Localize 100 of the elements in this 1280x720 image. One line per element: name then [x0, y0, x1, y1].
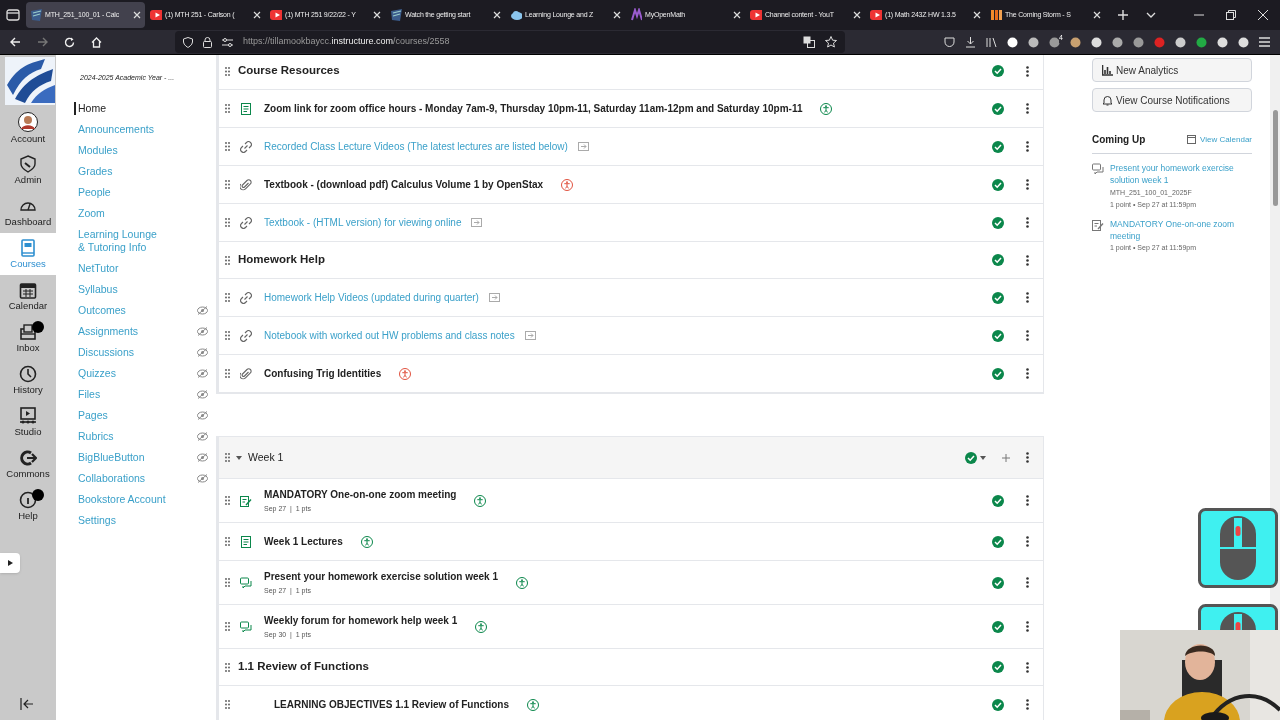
- external-tray-icon: [524, 331, 536, 340]
- close-icon: [853, 11, 861, 19]
- more-options-icon: [1026, 179, 1029, 190]
- nav-item[interactable]: Help: [0, 485, 56, 527]
- more-options-icon: [1026, 621, 1029, 632]
- nav-item[interactable]: History: [0, 359, 56, 401]
- more-options-icon: [1026, 292, 1029, 303]
- scrollbar-thumb[interactable]: [1273, 110, 1278, 206]
- favicon-icon: [270, 8, 282, 22]
- drag-handle-icon: [225, 142, 230, 151]
- reload-icon: [64, 36, 75, 48]
- drag-handle-icon: [225, 369, 230, 378]
- more-options-icon: [1026, 254, 1029, 266]
- drag-handle-icon: [225, 218, 230, 227]
- bell-icon: [1102, 94, 1113, 106]
- new-tab-icon: [1118, 10, 1128, 20]
- close-icon: [133, 11, 141, 19]
- nav-item[interactable]: Dashboard: [0, 191, 56, 233]
- close-icon: [733, 11, 741, 19]
- forward-icon: [37, 37, 48, 47]
- collapse-icon: [20, 698, 34, 710]
- nav-item[interactable]: Commons: [0, 443, 56, 485]
- drag-handle-icon: [225, 453, 230, 462]
- more-options-icon: [1026, 661, 1029, 673]
- drag-handle-icon: [225, 180, 230, 189]
- url-text: https://tillamookbaycc.instructure.com/courses/2558: [243, 35, 450, 49]
- module-item-link[interactable]: Present your homework exercise solution week 1: [264, 568, 498, 584]
- home-icon: [91, 36, 102, 48]
- favicon-icon: [150, 8, 162, 22]
- module-title: Week 1: [248, 449, 284, 465]
- inbox-icon: [19, 323, 37, 342]
- discussion-icon: [240, 576, 252, 589]
- favicon-icon: [30, 8, 42, 22]
- drag-handle-icon: [225, 662, 230, 672]
- pocket-icon: [944, 36, 955, 48]
- nav-item[interactable]: Calendar: [0, 275, 56, 317]
- library-icon: [986, 36, 997, 48]
- assignment-icon: [1092, 219, 1104, 231]
- favicon-icon: [750, 8, 762, 22]
- bar-chart-icon: [1102, 64, 1113, 76]
- external-tray-icon: [471, 218, 483, 227]
- module-item-link[interactable]: Zoom link for zoom office hours - Monday 7am-9, Thursday 10pm-11, Saturday 11am-12pm and Saturday 10pm-11: [264, 101, 803, 116]
- more-options-icon: [1026, 699, 1029, 710]
- nav-item[interactable]: Courses: [0, 233, 56, 275]
- restore-icon: [1226, 10, 1236, 20]
- favicon-icon: [990, 8, 1002, 22]
- course-nav-link[interactable]: Home: [74, 101, 166, 115]
- nav-item[interactable]: Admin: [0, 149, 56, 191]
- translate-icon: [803, 36, 815, 48]
- sidebar-button[interactable]: New Analytics: [1092, 58, 1252, 82]
- section-heading: Coming Up: [1092, 133, 1146, 147]
- menu-icon: [1259, 37, 1270, 47]
- module-item-link[interactable]: Week 1 Lectures: [264, 534, 343, 549]
- more-options-icon: [1026, 368, 1029, 379]
- discussion-icon: [240, 620, 252, 633]
- module-item-link[interactable]: MANDATORY One-on-one zoom meeting: [264, 486, 457, 502]
- link-icon: [240, 329, 252, 342]
- chevron-down-icon: [1146, 12, 1156, 18]
- favicon-icon: [630, 8, 642, 22]
- document-icon: [240, 535, 252, 548]
- triangle-right-icon: [7, 560, 13, 566]
- extension-icon: [1028, 36, 1039, 48]
- calendar-icon: [19, 281, 37, 300]
- nav-item[interactable]: Inbox: [0, 317, 56, 359]
- sidebar-button[interactable]: View Course Notifications: [1092, 88, 1252, 112]
- more-options-icon: [1026, 141, 1029, 152]
- extension-icon: [1175, 36, 1186, 48]
- favicon-icon: [870, 8, 882, 22]
- back-icon: [10, 37, 21, 47]
- drag-handle-icon: [225, 537, 230, 546]
- drag-handle-icon: [225, 66, 230, 76]
- external-tray-icon: [488, 293, 500, 302]
- expand-button[interactable]: [0, 553, 20, 573]
- extension-icon: [1217, 36, 1228, 48]
- module-item-link[interactable]: Textbook - (download pdf) Calculus Volume 1 by OpenStax: [264, 177, 544, 192]
- extension-icon: [1112, 36, 1123, 48]
- drag-handle-icon: [225, 104, 230, 113]
- drag-handle-icon: [225, 496, 230, 505]
- more-options-icon: [1026, 217, 1029, 228]
- module-header[interactable]: Week 1: [219, 437, 1043, 479]
- paperclip-icon: [240, 178, 252, 191]
- close-icon: [1093, 11, 1101, 19]
- extension-icon: [1091, 36, 1102, 48]
- close-icon: [613, 11, 621, 19]
- shield-icon: [19, 155, 37, 174]
- tab-list-icon: [6, 9, 20, 21]
- mouse-icon: [1198, 508, 1278, 588]
- clock-icon: [19, 365, 37, 384]
- close-icon: [973, 11, 981, 19]
- section-title: LEARNING OBJECTIVES 1.1 Review of Functions: [274, 698, 510, 712]
- link-icon: [240, 291, 252, 304]
- nav-item[interactable]: Studio: [0, 401, 56, 443]
- link-icon: [240, 140, 252, 153]
- module-item-link[interactable]: Weekly forum for homework help week 1: [264, 612, 458, 628]
- address-bar[interactable]: https://tillamookbaycc.instructure.com/courses/2558: [175, 31, 845, 53]
- extension-icon: [1196, 36, 1207, 48]
- screen-icon: [19, 407, 37, 426]
- section-title: Course Resources: [238, 63, 340, 79]
- nav-item[interactable]: Account: [0, 107, 56, 149]
- module-item-link[interactable]: Confusing Trig Identities: [264, 366, 382, 381]
